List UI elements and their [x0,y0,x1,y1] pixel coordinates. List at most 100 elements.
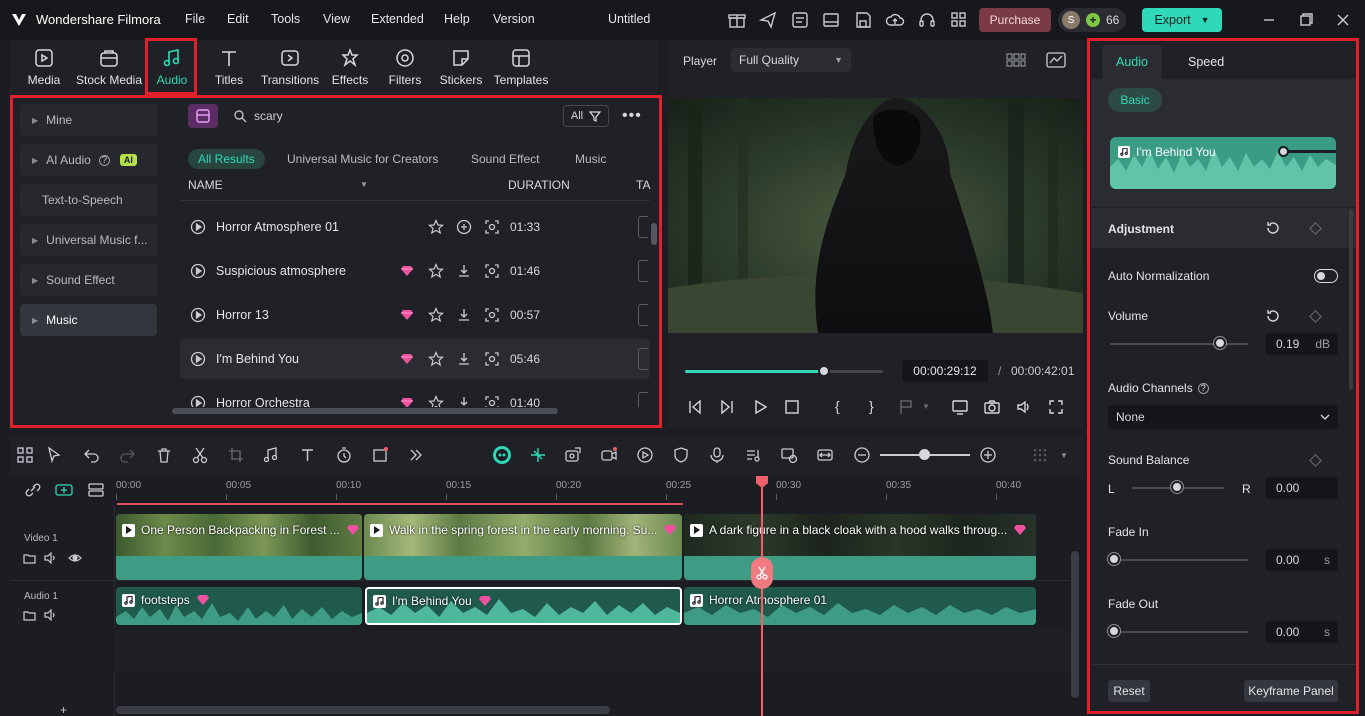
layout-icon[interactable] [821,10,841,30]
volume-slider[interactable] [1110,343,1248,345]
layout-grid-icon[interactable] [16,446,34,464]
audio-clip[interactable]: Horror Atmosphere 01 [684,587,1036,625]
play-preview-icon[interactable] [190,307,206,323]
video-clip[interactable]: One Person Backpacking in Forest ... [116,514,362,580]
fade-in-input[interactable]: 0.00 s [1266,549,1338,571]
motion-track-icon[interactable] [564,446,582,464]
mark-in-button[interactable]: { [835,398,840,414]
panel-scrollbar[interactable] [1349,210,1353,390]
find-similar-icon[interactable] [484,351,500,367]
reset-button[interactable]: Reset [1108,680,1150,702]
playhead-line[interactable] [761,476,763,716]
tab-effects[interactable]: Effects [330,40,370,94]
timeline-ruler[interactable] [10,476,1083,506]
auto-normalization-toggle[interactable] [1314,269,1338,283]
list-item[interactable]: Suspicious atmosphere 01:46 [180,251,650,291]
sidebar-item-text-to-speech[interactable]: Text-to-Speech [20,184,157,216]
menu-help[interactable]: Help [444,12,470,26]
headset-icon[interactable] [917,10,937,30]
filter-music[interactable]: Music [575,149,606,169]
list-item[interactable]: Horror Orchestra 01:40 [180,383,650,407]
account-credits[interactable]: S + 66 [1058,8,1126,32]
tab-media[interactable]: Media [24,40,64,94]
snapshot-camera-icon[interactable] [983,398,1001,416]
sidebar-item-music[interactable]: ▶ Music [20,304,157,336]
fade-out-slider[interactable] [1110,631,1248,633]
ai-companion-icon[interactable] [492,445,512,465]
chevron-down-icon[interactable]: ▼ [1201,15,1210,25]
fade-out-slider-knob[interactable] [1108,625,1120,637]
find-similar-icon[interactable] [484,219,500,235]
column-header-name[interactable]: NAME [188,178,223,192]
favorite-star-icon[interactable] [428,307,444,323]
favorite-star-icon[interactable] [428,395,444,407]
mark-out-button[interactable]: } [869,398,874,414]
save-icon[interactable] [853,10,873,30]
audio-category-icon[interactable] [188,104,218,128]
basic-chip[interactable]: Basic [1108,88,1162,112]
favorite-star-icon[interactable] [428,263,444,279]
menu-tools[interactable]: Tools [271,12,300,26]
video-clip[interactable]: A dark figure in a black cloak with a ho… [684,514,1036,580]
zoom-out-icon[interactable] [853,446,871,464]
chevron-down-icon[interactable]: ▼ [1060,451,1068,460]
reset-icon[interactable] [1265,308,1281,324]
fade-in-slider-knob[interactable] [1108,553,1120,565]
find-similar-icon[interactable] [484,307,500,323]
column-header-tag[interactable]: TA [636,178,650,192]
mute-icon[interactable] [44,552,58,564]
playback-progress-track[interactable] [685,370,883,373]
waveform-view-icon[interactable] [1046,51,1066,69]
tab-audio[interactable]: Audio [148,40,196,94]
filter-dropdown[interactable]: All [563,105,609,127]
tab-templates[interactable]: Templates [492,40,550,94]
play-preview-icon[interactable] [190,219,206,235]
play-preview-icon[interactable] [190,263,206,279]
delete-icon[interactable] [155,446,173,464]
folder-icon[interactable] [23,609,36,621]
minimize-icon[interactable] [1259,10,1279,30]
add-to-timeline-icon[interactable] [456,219,472,235]
timeline-horizontal-scrollbar[interactable] [116,706,610,714]
export-button[interactable]: Export ▼ [1142,8,1222,32]
tasks-icon[interactable] [790,10,810,30]
help-icon[interactable]: ? [1197,382,1209,394]
sidebar-item-ai-audio[interactable]: ▶ AI Audio? AI [20,144,157,176]
menu-extended[interactable]: Extended [371,12,424,26]
download-icon[interactable] [456,395,472,407]
volume-icon[interactable] [1015,398,1033,416]
record-video-icon[interactable] [600,446,618,464]
eye-icon[interactable] [68,552,82,564]
avatar[interactable]: S [1062,11,1080,29]
filter-sound-effect[interactable]: Sound Effect [471,149,540,169]
more-tools-icon[interactable] [407,446,425,464]
maximize-icon[interactable] [1296,10,1316,30]
video-preview[interactable] [668,98,1083,333]
text-icon[interactable] [299,446,317,464]
play-preview-icon[interactable] [190,395,206,407]
close-icon[interactable] [1333,10,1353,30]
play-preview-icon[interactable] [190,351,206,367]
download-icon[interactable] [456,263,472,279]
fullscreen-icon[interactable] [1047,398,1065,416]
timeline-options-grid-icon[interactable] [1031,446,1049,464]
fade-in-slider[interactable] [1110,559,1248,561]
menu-edit[interactable]: Edit [227,12,249,26]
audio-mixer-icon[interactable] [744,446,762,464]
audio-edit-icon[interactable] [262,446,280,464]
microphone-icon[interactable] [708,446,726,464]
empty-track-area[interactable] [114,630,1070,672]
filter-universal-music[interactable]: Universal Music for Creators [287,149,438,169]
menu-view[interactable]: View [323,12,350,26]
volume-input[interactable]: 0.19 dB [1266,333,1338,355]
add-track-icon[interactable] [54,482,74,498]
frame-icon[interactable] [371,446,389,464]
reset-icon[interactable] [1265,220,1281,236]
auto-reframe-icon[interactable] [780,446,798,464]
track-manager-icon[interactable] [87,482,105,498]
grid-view-icon[interactable] [1006,52,1026,68]
send-icon[interactable] [758,10,778,30]
tab-filters[interactable]: Filters [386,40,424,94]
cloud-upload-icon[interactable] [885,10,905,30]
sort-icon[interactable]: ▼ [360,180,368,189]
